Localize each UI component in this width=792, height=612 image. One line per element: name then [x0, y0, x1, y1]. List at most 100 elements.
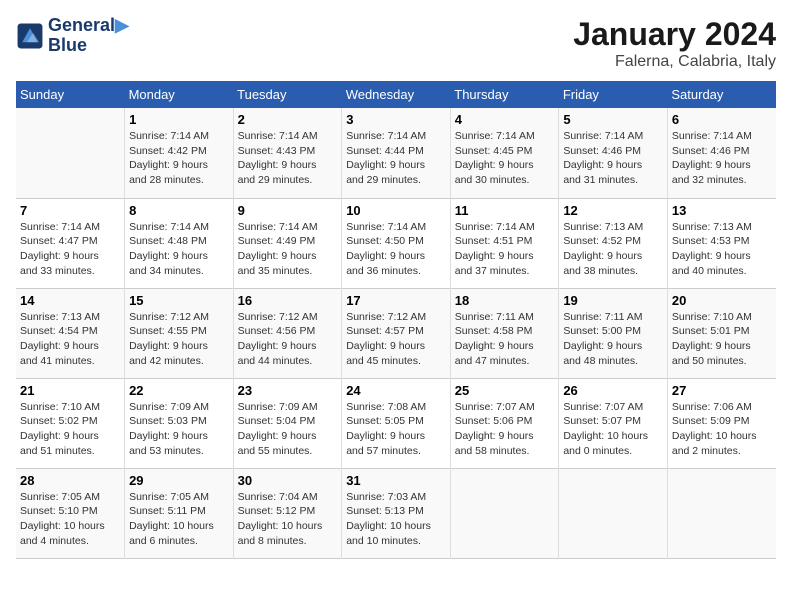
header-day-monday: Monday	[125, 81, 234, 108]
day-number: 1	[129, 112, 229, 127]
calendar-cell: 12Sunrise: 7:13 AM Sunset: 4:52 PM Dayli…	[559, 198, 668, 288]
title-area: January 2024 Falerna, Calabria, Italy	[573, 16, 776, 71]
day-info: Sunrise: 7:03 AM Sunset: 5:13 PM Dayligh…	[346, 490, 446, 549]
header-day-friday: Friday	[559, 81, 668, 108]
calendar-cell: 31 Sunrise: 7:03 AM Sunset: 5:13 PM Dayli…	[342, 468, 451, 558]
day-number: 19	[563, 293, 663, 308]
day-number: 7	[20, 203, 120, 218]
calendar-header-row: SundayMondayTuesdayWednesdayThursdayFrid…	[16, 81, 776, 108]
main-title: January 2024	[573, 16, 776, 53]
calendar-cell: 11Sunrise: 7:14 AM Sunset: 4:51 PM Dayli…	[450, 198, 559, 288]
calendar-cell: 15 Sunrise: 7:12 AM Sunset: 4:55 PM Dayli…	[125, 288, 234, 378]
day-number: 12	[563, 203, 663, 218]
logo-icon	[16, 22, 44, 50]
calendar-cell: 25 Sunrise: 7:07 AM Sunset: 5:06 PM Dayli…	[450, 378, 559, 468]
calendar-cell: 14 Sunrise: 7:13 AM Sunset: 4:54 PM Dayli…	[16, 288, 125, 378]
day-number: 11	[455, 203, 555, 218]
day-info: Sunrise: 7:11 AM Sunset: 4:58 PM Dayligh…	[455, 310, 555, 369]
day-info: Sunrise: 7:14 AM Sunset: 4:44 PM Dayligh…	[346, 129, 446, 188]
day-number: 8	[129, 203, 229, 218]
day-info: Sunrise: 7:07 AM Sunset: 5:06 PM Dayligh…	[455, 400, 555, 459]
day-number: 23	[238, 383, 338, 398]
calendar-cell: 29Sunrise: 7:05 AM Sunset: 5:11 PM Dayli…	[125, 468, 234, 558]
header-day-thursday: Thursday	[450, 81, 559, 108]
calendar-cell: 27Sunrise: 7:06 AM Sunset: 5:09 PM Dayli…	[667, 378, 776, 468]
day-info: Sunrise: 7:14 AM Sunset: 4:49 PM Dayligh…	[238, 220, 338, 279]
week-row-1: 1Sunrise: 7:14 AM Sunset: 4:42 PM Daylig…	[16, 108, 776, 198]
calendar-table: SundayMondayTuesdayWednesdayThursdayFrid…	[16, 81, 776, 559]
day-info: Sunrise: 7:14 AM Sunset: 4:46 PM Dayligh…	[672, 129, 772, 188]
day-info: Sunrise: 7:09 AM Sunset: 5:04 PM Dayligh…	[238, 400, 338, 459]
calendar-cell: 7Sunrise: 7:14 AM Sunset: 4:47 PM Daylig…	[16, 198, 125, 288]
calendar-cell: 22Sunrise: 7:09 AM Sunset: 5:03 PM Dayli…	[125, 378, 234, 468]
calendar-cell: 16 Sunrise: 7:12 AM Sunset: 4:56 PM Dayli…	[233, 288, 342, 378]
day-info: Sunrise: 7:04 AM Sunset: 5:12 PM Dayligh…	[238, 490, 338, 549]
calendar-cell: 4Sunrise: 7:14 AM Sunset: 4:45 PM Daylig…	[450, 108, 559, 198]
calendar-cell: 26 Sunrise: 7:07 AM Sunset: 5:07 PM Dayli…	[559, 378, 668, 468]
day-number: 20	[672, 293, 772, 308]
subtitle: Falerna, Calabria, Italy	[573, 53, 776, 71]
day-number: 18	[455, 293, 555, 308]
calendar-body: 1Sunrise: 7:14 AM Sunset: 4:42 PM Daylig…	[16, 108, 776, 558]
day-info: Sunrise: 7:10 AM Sunset: 5:01 PM Dayligh…	[672, 310, 772, 369]
calendar-cell: 3 Sunrise: 7:14 AM Sunset: 4:44 PM Daylig…	[342, 108, 451, 198]
day-number: 28	[20, 473, 120, 488]
calendar-cell: 1Sunrise: 7:14 AM Sunset: 4:42 PM Daylig…	[125, 108, 234, 198]
day-number: 24	[346, 383, 446, 398]
day-number: 15	[129, 293, 229, 308]
day-number: 9	[238, 203, 338, 218]
day-number: 14	[20, 293, 120, 308]
day-info: Sunrise: 7:05 AM Sunset: 5:11 PM Dayligh…	[129, 490, 229, 549]
day-number: 2	[238, 112, 338, 127]
day-info: Sunrise: 7:13 AM Sunset: 4:53 PM Dayligh…	[672, 220, 772, 279]
calendar-cell: 30 Sunrise: 7:04 AM Sunset: 5:12 PM Dayli…	[233, 468, 342, 558]
day-number: 16	[238, 293, 338, 308]
day-info: Sunrise: 7:06 AM Sunset: 5:09 PM Dayligh…	[672, 400, 772, 459]
calendar-cell: 8 Sunrise: 7:14 AM Sunset: 4:48 PM Daylig…	[125, 198, 234, 288]
day-number: 21	[20, 383, 120, 398]
header-day-wednesday: Wednesday	[342, 81, 451, 108]
calendar-cell: 18 Sunrise: 7:11 AM Sunset: 4:58 PM Dayli…	[450, 288, 559, 378]
calendar-cell: 2 Sunrise: 7:14 AM Sunset: 4:43 PM Daylig…	[233, 108, 342, 198]
calendar-cell: 5Sunrise: 7:14 AM Sunset: 4:46 PM Daylig…	[559, 108, 668, 198]
day-number: 31	[346, 473, 446, 488]
day-number: 25	[455, 383, 555, 398]
day-number: 17	[346, 293, 446, 308]
logo: General▶ Blue	[16, 16, 129, 56]
week-row-5: 28 Sunrise: 7:05 AM Sunset: 5:10 PM Dayli…	[16, 468, 776, 558]
calendar-cell	[16, 108, 125, 198]
calendar-cell	[559, 468, 668, 558]
calendar-cell: 20 Sunrise: 7:10 AM Sunset: 5:01 PM Dayli…	[667, 288, 776, 378]
calendar-cell: 21 Sunrise: 7:10 AM Sunset: 5:02 PM Dayli…	[16, 378, 125, 468]
day-info: Sunrise: 7:12 AM Sunset: 4:56 PM Dayligh…	[238, 310, 338, 369]
day-info: Sunrise: 7:05 AM Sunset: 5:10 PM Dayligh…	[20, 490, 120, 549]
header-day-tuesday: Tuesday	[233, 81, 342, 108]
day-number: 26	[563, 383, 663, 398]
calendar-cell: 10Sunrise: 7:14 AM Sunset: 4:50 PM Dayli…	[342, 198, 451, 288]
week-row-3: 14 Sunrise: 7:13 AM Sunset: 4:54 PM Dayli…	[16, 288, 776, 378]
week-row-4: 21 Sunrise: 7:10 AM Sunset: 5:02 PM Dayli…	[16, 378, 776, 468]
calendar-cell: 24Sunrise: 7:08 AM Sunset: 5:05 PM Dayli…	[342, 378, 451, 468]
day-info: Sunrise: 7:14 AM Sunset: 4:43 PM Dayligh…	[238, 129, 338, 188]
day-info: Sunrise: 7:12 AM Sunset: 4:55 PM Dayligh…	[129, 310, 229, 369]
calendar-cell	[667, 468, 776, 558]
day-number: 22	[129, 383, 229, 398]
day-info: Sunrise: 7:14 AM Sunset: 4:50 PM Dayligh…	[346, 220, 446, 279]
day-info: Sunrise: 7:12 AM Sunset: 4:57 PM Dayligh…	[346, 310, 446, 369]
day-info: Sunrise: 7:14 AM Sunset: 4:48 PM Dayligh…	[129, 220, 229, 279]
day-number: 5	[563, 112, 663, 127]
day-info: Sunrise: 7:07 AM Sunset: 5:07 PM Dayligh…	[563, 400, 663, 459]
calendar-cell: 9 Sunrise: 7:14 AM Sunset: 4:49 PM Daylig…	[233, 198, 342, 288]
calendar-cell: 17 Sunrise: 7:12 AM Sunset: 4:57 PM Dayli…	[342, 288, 451, 378]
day-info: Sunrise: 7:10 AM Sunset: 5:02 PM Dayligh…	[20, 400, 120, 459]
calendar-cell: 19Sunrise: 7:11 AM Sunset: 5:00 PM Dayli…	[559, 288, 668, 378]
calendar-cell: 13Sunrise: 7:13 AM Sunset: 4:53 PM Dayli…	[667, 198, 776, 288]
day-number: 3	[346, 112, 446, 127]
header-day-sunday: Sunday	[16, 81, 125, 108]
week-row-2: 7Sunrise: 7:14 AM Sunset: 4:47 PM Daylig…	[16, 198, 776, 288]
calendar-cell: 6Sunrise: 7:14 AM Sunset: 4:46 PM Daylig…	[667, 108, 776, 198]
day-number: 30	[238, 473, 338, 488]
day-number: 4	[455, 112, 555, 127]
calendar-cell: 28 Sunrise: 7:05 AM Sunset: 5:10 PM Dayli…	[16, 468, 125, 558]
day-info: Sunrise: 7:13 AM Sunset: 4:54 PM Dayligh…	[20, 310, 120, 369]
